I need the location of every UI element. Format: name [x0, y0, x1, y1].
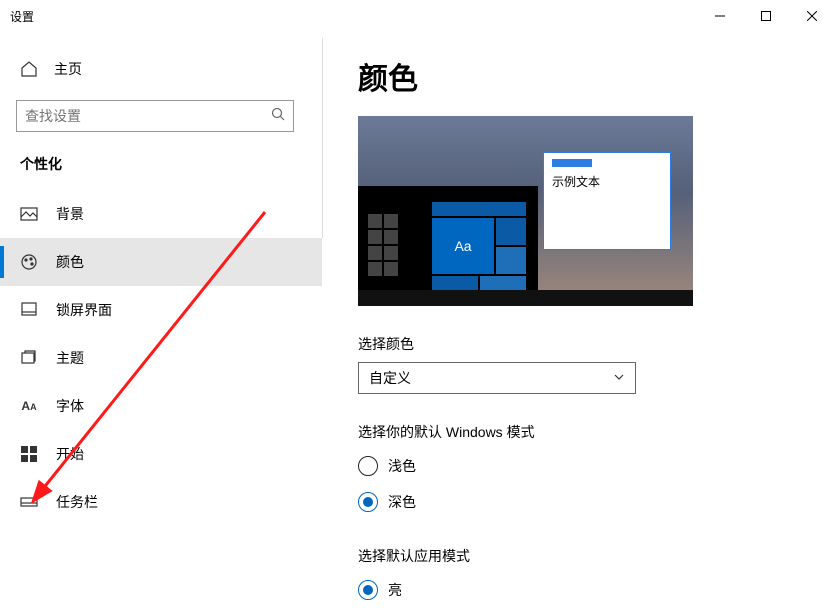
sidebar: 主页 个性化 背景 颜色 锁屏界面 — [0, 32, 322, 611]
page-title: 颜色 — [358, 54, 795, 98]
content-area: 颜色 Aa 示例文本 选择颜色 自定义 选择你的默认 Windows 模式 浅 — [322, 32, 835, 611]
radio-label: 亮 — [388, 580, 402, 600]
search-icon — [271, 107, 285, 126]
palette-icon — [20, 253, 38, 271]
sidebar-item-colors[interactable]: 颜色 — [0, 238, 322, 286]
sidebar-item-label: 颜色 — [56, 252, 84, 272]
window-buttons — [697, 0, 835, 32]
app-mode-label: 选择默认应用模式 — [358, 546, 795, 566]
radio-icon — [358, 456, 378, 476]
app-mode-option-light[interactable]: 亮 — [358, 574, 795, 606]
minimize-button[interactable] — [697, 0, 743, 32]
sidebar-item-taskbar[interactable]: 任务栏 — [0, 478, 322, 526]
section-heading: 个性化 — [0, 146, 322, 184]
radio-label: 浅色 — [388, 456, 416, 476]
sidebar-item-label: 开始 — [56, 444, 84, 464]
sidebar-item-label: 背景 — [56, 204, 84, 224]
close-button[interactable] — [789, 0, 835, 32]
sidebar-item-themes[interactable]: 主题 — [0, 334, 322, 382]
preview-aa-tile: Aa — [432, 218, 494, 274]
home-icon — [20, 60, 38, 78]
chevron-down-icon — [613, 370, 625, 386]
choose-color-select[interactable]: 自定义 — [358, 362, 636, 394]
search-input[interactable] — [16, 100, 294, 132]
sidebar-item-label: 任务栏 — [56, 492, 98, 512]
sidebar-item-background[interactable]: 背景 — [0, 190, 322, 238]
search-field[interactable] — [25, 108, 271, 124]
sample-window: 示例文本 — [543, 152, 671, 250]
titlebar: 设置 — [0, 0, 835, 32]
nav-list: 背景 颜色 锁屏界面 主题 AA 字体 开始 — [0, 190, 322, 526]
sample-text: 示例文本 — [552, 173, 662, 190]
sidebar-item-start[interactable]: 开始 — [0, 430, 322, 478]
radio-icon — [358, 580, 378, 600]
lockscreen-icon — [20, 301, 38, 319]
color-preview: Aa 示例文本 — [358, 116, 693, 306]
image-icon — [20, 205, 38, 223]
sidebar-item-label: 锁屏界面 — [56, 300, 112, 320]
home-label: 主页 — [54, 59, 82, 79]
sidebar-item-home[interactable]: 主页 — [0, 50, 322, 88]
maximize-button[interactable] — [743, 0, 789, 32]
themes-icon — [20, 349, 38, 367]
sidebar-item-fonts[interactable]: AA 字体 — [0, 382, 322, 430]
windows-mode-label: 选择你的默认 Windows 模式 — [358, 422, 795, 442]
windows-mode-option-dark[interactable]: 深色 — [358, 486, 795, 518]
sidebar-item-label: 字体 — [56, 396, 84, 416]
sidebar-item-label: 主题 — [56, 348, 84, 368]
start-icon — [20, 445, 38, 463]
radio-label: 深色 — [388, 492, 416, 512]
choose-color-value: 自定义 — [369, 368, 411, 388]
fonts-icon: AA — [20, 397, 38, 415]
radio-icon — [358, 492, 378, 512]
sidebar-item-lockscreen[interactable]: 锁屏界面 — [0, 286, 322, 334]
taskbar-icon — [20, 493, 38, 511]
choose-color-label: 选择颜色 — [358, 334, 795, 354]
window-title: 设置 — [10, 8, 34, 25]
windows-mode-option-light[interactable]: 浅色 — [358, 450, 795, 482]
